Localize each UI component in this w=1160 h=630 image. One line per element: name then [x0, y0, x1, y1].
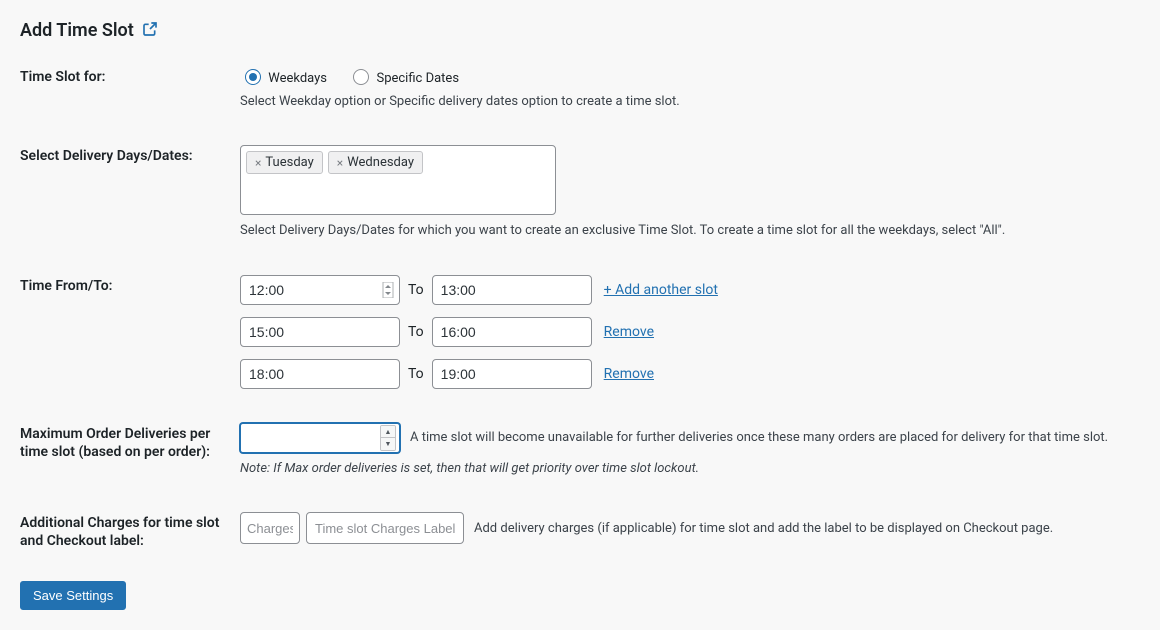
slot-row: To Remove: [240, 317, 1140, 347]
time-from-input[interactable]: [240, 317, 400, 347]
help-delivery-days: Select Delivery Days/Dates for which you…: [240, 221, 1140, 241]
row-time-from-to: Time From/To: To + Add another slot To R…: [20, 275, 1140, 389]
slot-row: To Remove: [240, 359, 1140, 389]
row-time-slot-for: Time Slot for: Weekdays Specific Dates S…: [20, 66, 1140, 112]
tag-text: Tuesday: [265, 155, 313, 170]
max-orders-input[interactable]: [240, 423, 400, 453]
tag-remove-icon[interactable]: ×: [255, 156, 261, 170]
row-delivery-days: Select Delivery Days/Dates: × Tuesday × …: [20, 145, 1140, 241]
time-to-input[interactable]: [432, 317, 592, 347]
tag-remove-icon[interactable]: ×: [337, 156, 343, 170]
time-to-input[interactable]: [432, 275, 592, 305]
label-additional-charges: Additional Charges for time slot and Che…: [20, 512, 240, 550]
help-max-orders-inline: A time slot will become unavailable for …: [410, 430, 1108, 445]
save-settings-button[interactable]: Save Settings: [20, 581, 126, 610]
spinner-up-icon[interactable]: ▲: [381, 426, 395, 439]
page-title-text: Add Time Slot: [20, 20, 134, 41]
time-to-input[interactable]: [432, 359, 592, 389]
tag-tuesday[interactable]: × Tuesday: [246, 151, 323, 174]
charges-label-input[interactable]: [306, 512, 464, 544]
tag-wednesday[interactable]: × Wednesday: [328, 151, 423, 174]
label-max-orders: Maximum Order Deliveries per time slot (…: [20, 423, 240, 461]
time-slot-for-radio-group: Weekdays Specific Dates: [240, 66, 1140, 86]
tag-text: Wednesday: [347, 155, 414, 170]
help-time-slot-for: Select Weekday option or Specific delive…: [240, 92, 1140, 112]
radio-weekdays-text: Weekdays: [268, 71, 327, 86]
help-max-orders-note: Note: If Max order deliveries is set, th…: [240, 459, 1140, 479]
radio-specific-dates-text: Specific Dates: [376, 71, 459, 86]
time-from-input[interactable]: [240, 359, 400, 389]
label-time-from-to: Time From/To:: [20, 275, 240, 295]
to-label: To: [408, 282, 424, 298]
add-slot-link[interactable]: + Add another slot: [604, 282, 718, 298]
row-additional-charges: Additional Charges for time slot and Che…: [20, 512, 1140, 550]
to-label: To: [408, 324, 424, 340]
radio-specific-dates-label[interactable]: Specific Dates: [348, 71, 459, 86]
page-title: Add Time Slot: [20, 20, 1140, 42]
delivery-days-tagbox[interactable]: × Tuesday × Wednesday: [240, 145, 556, 215]
spinner-down-icon[interactable]: ▼: [381, 438, 395, 450]
charges-amount-input[interactable]: [240, 512, 300, 544]
time-from-input[interactable]: [240, 275, 400, 305]
label-time-slot-for: Time Slot for:: [20, 66, 240, 86]
radio-specific-dates[interactable]: [353, 69, 369, 85]
help-charges-inline: Add delivery charges (if applicable) for…: [474, 521, 1053, 536]
radio-weekdays-label[interactable]: Weekdays: [240, 71, 330, 86]
label-delivery-days: Select Delivery Days/Dates:: [20, 145, 240, 165]
to-label: To: [408, 366, 424, 382]
number-spinner[interactable]: ▲ ▼: [380, 425, 396, 451]
slot-row: To + Add another slot: [240, 275, 1140, 305]
remove-slot-link[interactable]: Remove: [604, 366, 654, 382]
row-max-orders: Maximum Order Deliveries per time slot (…: [20, 423, 1140, 479]
radio-weekdays[interactable]: [245, 69, 261, 85]
external-link-icon[interactable]: [142, 21, 158, 42]
remove-slot-link[interactable]: Remove: [604, 324, 654, 340]
